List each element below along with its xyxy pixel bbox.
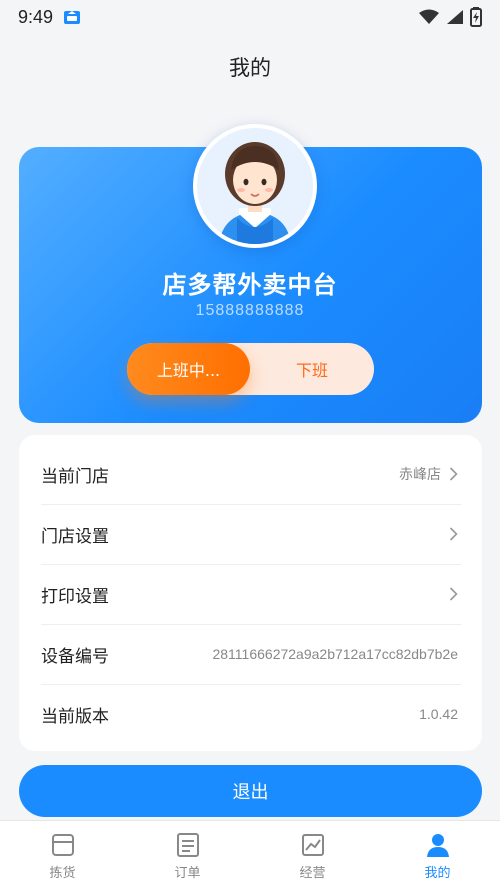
avatar-girl-icon (219, 142, 291, 244)
battery-icon (470, 7, 482, 27)
wifi-icon (419, 9, 439, 24)
user-icon (426, 834, 449, 857)
settings-label: 门店设置 (41, 526, 109, 547)
settings-label: 当前版本 (41, 706, 109, 727)
settings-label: 设备编号 (41, 646, 109, 667)
bottom-nav: 拣货 订单 经营 我的 (0, 820, 500, 888)
nav-item-orders[interactable]: 订单 (125, 821, 250, 888)
current-store-value: 赤峰店 (399, 464, 458, 484)
settings-label: 当前门店 (41, 466, 109, 487)
chart-icon (301, 834, 324, 856)
shop-name: 店多帮外卖中台 (162, 271, 338, 299)
nav-item-business[interactable]: 经营 (250, 821, 375, 888)
nav-label: 经营 (299, 866, 326, 881)
status-bar: 9:49 (0, 0, 500, 34)
order-list-icon (176, 833, 199, 857)
nav-label: 拣货 (49, 866, 76, 881)
shift-on-button[interactable]: 上班中... (127, 343, 250, 395)
chevron-right-icon (449, 587, 458, 601)
nav-item-picking[interactable]: 拣货 (0, 821, 125, 888)
settings-row-device-id: 设备编号 28111666272a9a2b712a17cc82db7b2e (19, 624, 482, 684)
settings-row-current-store[interactable]: 当前门店 赤峰店 (19, 444, 482, 504)
version-value: 1.0.42 (419, 706, 458, 722)
chevron-right-icon (449, 527, 458, 541)
package-icon (51, 834, 74, 856)
settings-row-print-settings[interactable]: 打印设置 (19, 564, 482, 624)
signal-icon (447, 10, 463, 24)
logout-button[interactable]: 退出 (19, 765, 482, 817)
page-title: 我的 (229, 56, 271, 80)
status-time: 9:49 (18, 6, 54, 27)
chevron-right-icon (449, 467, 458, 481)
avatar (193, 124, 317, 248)
nav-item-mine[interactable]: 我的 (375, 821, 500, 888)
settings-row-store-settings[interactable]: 门店设置 (19, 504, 482, 564)
app-notification-icon (64, 11, 81, 24)
nav-label: 订单 (174, 866, 201, 881)
settings-row-version: 当前版本 1.0.42 (19, 684, 482, 744)
settings-label: 打印设置 (41, 586, 109, 607)
device-id-value: 28111666272a9a2b712a17cc82db7b2e (212, 646, 458, 662)
nav-label: 我的 (424, 866, 451, 881)
shift-off-button[interactable]: 下班 (250, 343, 374, 395)
shop-phone: 15888888888 (195, 302, 305, 319)
